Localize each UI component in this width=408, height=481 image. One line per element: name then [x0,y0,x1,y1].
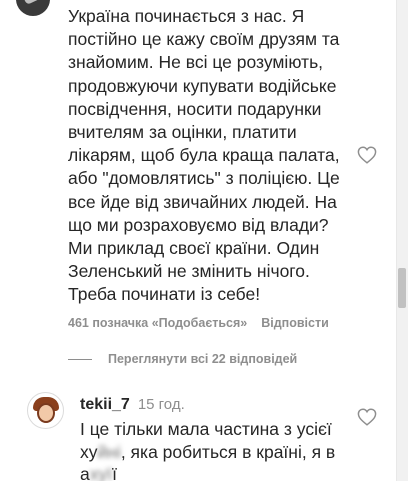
reply-header: tekii_7 15 год. [80,396,185,414]
view-replies-button[interactable]: Переглянути всі 22 відповідей [68,352,297,366]
censored-text: йні [97,441,121,462]
scrollbar-track[interactable] [396,0,408,481]
reply-text-fragment: , яка робиться в країні, я в [120,441,336,462]
reply-text-fragment: а [80,464,90,481]
reply-button[interactable]: Відповісти [261,316,329,330]
reply-time: 15 год. [137,396,185,413]
like-heart-icon[interactable] [357,146,377,164]
reply-text-fragment: ї [112,464,117,481]
comment-text: Україна починається з нас. Я постійно це… [68,6,340,305]
avatar-face [37,403,55,423]
view-replies-label: Переглянути всі 22 відповідей [108,352,298,366]
reply-text: І це тільки мала частина з усієї хуйні, … [80,418,350,481]
reply-like-heart-icon[interactable] [357,408,377,426]
censored-text: хуї [89,464,113,481]
replies-divider-line [68,358,92,360]
reply-username[interactable]: tekii_7 [80,396,130,414]
reply-line-3: ахуїї [80,463,350,481]
likes-count[interactable]: 461 позначка «Подобається» [68,316,247,330]
reply-text-fragment: ху [80,441,98,462]
reply-avatar[interactable] [27,392,64,429]
reply-line-2: хуйні, яка робиться в країні, я в [80,441,350,464]
comment-meta: 461 позначка «Подобається» Відповісти [68,316,329,330]
scrollbar-thumb[interactable] [398,268,406,308]
reply-line-1: І це тільки мала частина з усієї [80,419,332,439]
commenter-avatar[interactable] [16,0,50,16]
